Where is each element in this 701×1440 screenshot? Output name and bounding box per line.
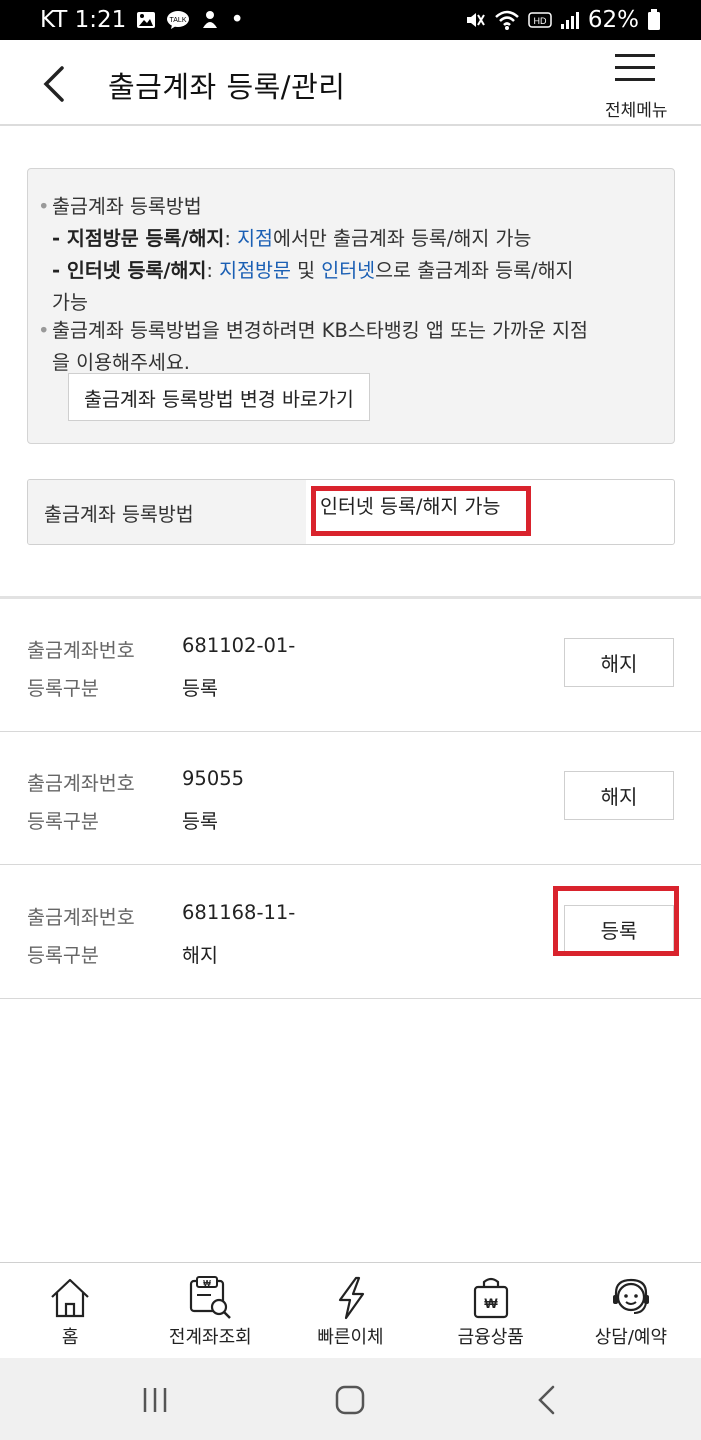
internet-link[interactable]: 인터넷 [321, 259, 375, 282]
bullet: • [38, 319, 50, 342]
highlight-box [311, 486, 531, 536]
account-row: 출금계좌번호 681102-01- 등록구분 등록 해지 [0, 599, 701, 732]
status-dot: • [230, 7, 244, 33]
registration-type-label: 등록구분 [27, 944, 99, 967]
nav-home[interactable]: 홈 [0, 1263, 140, 1358]
branch-visit-link[interactable]: 지점방문 [219, 259, 291, 282]
account-number: 681168-11- [182, 901, 296, 924]
branch-link[interactable]: 지점 [237, 227, 273, 250]
info-line-internet: - 인터넷 등록/해지: 지점방문 및 인터넷으로 출금계좌 등록/해지 [52, 259, 574, 282]
nav-quick-transfer-label: 빠른이체 [317, 1327, 384, 1348]
nav-quick-transfer[interactable]: 빠른이체 [280, 1263, 420, 1358]
account-number-label: 출금계좌번호 [27, 772, 135, 795]
app-header: 출금계좌 등록/관리 전체메뉴 [0, 40, 701, 126]
info-item-method: • 출금계좌 등록방법 - 지점방문 등록/해지: 지점에서만 출금계좌 등록/… [38, 191, 574, 319]
nav-all-accounts[interactable]: ₩ 전계좌조회 [140, 1263, 280, 1358]
info-change-line1: 출금계좌 등록방법을 변경하려면 KB스타뱅킹 앱 또는 가까운 지점 [52, 319, 588, 342]
talk-icon: TALK [166, 10, 190, 30]
signal-icon [560, 10, 580, 30]
svg-text:₩: ₩ [204, 1279, 212, 1288]
carrier-time: KT 1:21 [40, 7, 127, 33]
back-arrow-icon [43, 66, 64, 102]
nav-financial-products[interactable]: ₩ 금융상품 [421, 1263, 561, 1358]
nav-all-accounts-label: 전계좌조회 [168, 1327, 252, 1348]
account-row: 출금계좌번호 95055 등록구분 등록 해지 [0, 732, 701, 865]
registration-type-value: 등록 [182, 810, 218, 833]
info-item-title: 출금계좌 등록방법 [52, 195, 202, 218]
cancel-button[interactable]: 해지 [564, 638, 674, 687]
account-number-label: 출금계좌번호 [27, 639, 135, 662]
info-box: • 출금계좌 등록방법 - 지점방문 등록/해지: 지점에서만 출금계좌 등록/… [27, 168, 675, 444]
battery-percent: 62% [587, 7, 639, 33]
nav-home-label: 홈 [61, 1327, 79, 1348]
shopping-bag-icon: ₩ [473, 1277, 508, 1319]
full-menu-label: 전체메뉴 [605, 101, 668, 121]
registration-type-label: 등록구분 [27, 677, 99, 700]
nav-financial-products-label: 금융상품 [457, 1327, 524, 1348]
home-square-icon [335, 1385, 365, 1415]
info-item-change: • 출금계좌 등록방법을 변경하려면 KB스타뱅킹 앱 또는 가까운 지점 을 … [38, 315, 588, 379]
page-title: 출금계좌 등록/관리 [108, 70, 346, 104]
wifi-icon [494, 9, 520, 31]
account-number-label: 출금계좌번호 [27, 906, 135, 929]
registration-type-value: 등록 [182, 677, 218, 700]
change-method-shortcut-button[interactable]: 출금계좌 등록방법 변경 바로가기 [68, 373, 370, 421]
lightning-icon [338, 1276, 364, 1320]
highlight-box [553, 886, 679, 956]
svg-text:₩: ₩ [484, 1295, 498, 1311]
battery-icon [647, 9, 661, 31]
account-number: 95055 [182, 767, 245, 790]
svg-text:HD: HD [533, 16, 546, 26]
nav-consult-reserve-label: 상담/예약 [594, 1327, 668, 1348]
recent-apps-button[interactable] [135, 1380, 175, 1420]
ai-icon [200, 10, 220, 30]
back-button[interactable] [36, 62, 76, 106]
home-system-button[interactable] [330, 1380, 370, 1420]
mute-icon [464, 9, 486, 31]
bullet: • [38, 195, 50, 218]
system-back-icon [538, 1385, 555, 1415]
home-icon [51, 1278, 89, 1318]
system-back-button[interactable] [527, 1380, 567, 1420]
status-bar: KT 1:21 TALK • HD 62% [0, 0, 701, 40]
hd-icon: HD [528, 11, 552, 29]
registration-method-label: 출금계좌 등록방법 [28, 480, 306, 544]
bottom-nav: 홈 ₩ 전계좌조회 빠른이체 ₩ 금융상품 상담/예약 [0, 1262, 701, 1358]
nav-consult-reserve[interactable]: 상담/예약 [561, 1263, 701, 1358]
info-line-branch: - 지점방문 등록/해지: 지점에서만 출금계좌 등록/해지 가능 [52, 227, 532, 250]
recent-apps-icon [143, 1388, 167, 1412]
hamburger-icon [615, 54, 655, 90]
system-nav-bar [0, 1358, 701, 1440]
account-search-icon: ₩ [190, 1276, 232, 1319]
support-agent-icon [612, 1278, 649, 1314]
svg-text:TALK: TALK [170, 17, 187, 24]
registration-type-label: 등록구분 [27, 810, 99, 833]
registration-type-value: 해지 [182, 944, 218, 967]
full-menu-button[interactable]: 전체메뉴 [605, 52, 681, 122]
cancel-button[interactable]: 해지 [564, 771, 674, 820]
image-icon [136, 11, 156, 29]
account-number: 681102-01- [182, 634, 296, 657]
